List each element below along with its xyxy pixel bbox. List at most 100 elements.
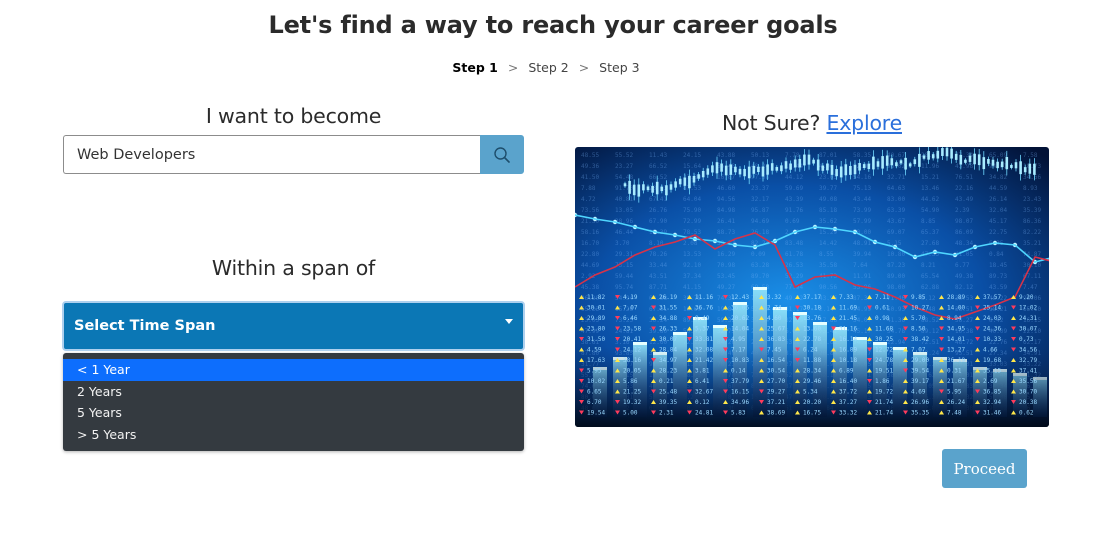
- candle-body: [941, 148, 944, 156]
- candle-body: [867, 163, 871, 170]
- ticker-value: 11.16: [695, 294, 713, 301]
- candle-body: [770, 163, 774, 171]
- ticker-value: 19.51: [875, 368, 893, 375]
- digit-glyph: 45.38: [581, 284, 599, 291]
- search-button[interactable]: [480, 135, 524, 174]
- digit-glyph: 15.64: [683, 163, 701, 170]
- digit-glyph: 48.34: [955, 240, 973, 247]
- ticker-value: 16.15: [731, 389, 749, 396]
- candle-body: [904, 157, 907, 170]
- ticker-value: 38.42: [911, 336, 929, 343]
- candle-body: [660, 186, 664, 192]
- ticker-value: 36.83: [767, 336, 785, 343]
- ticker-value: 0.12: [695, 399, 710, 406]
- digit-glyph: 8.85: [921, 218, 936, 225]
- ticker-value: 3.81: [695, 368, 710, 375]
- ticker-value: 36.19: [947, 357, 965, 364]
- ticker-value: 2.74: [767, 305, 782, 312]
- digit-glyph: 13.53: [683, 251, 701, 258]
- candle-body: [711, 165, 714, 173]
- career-search-input[interactable]: [63, 135, 480, 174]
- digit-glyph: 8.93: [1023, 185, 1038, 192]
- ticker-value: 14.00: [947, 305, 965, 312]
- candle-body: [1033, 163, 1036, 175]
- ticker-value: 6.65: [587, 389, 602, 396]
- caret-down-icon: [505, 319, 513, 324]
- digit-glyph: 49.72: [785, 295, 803, 302]
- digit-glyph: 22.75: [989, 229, 1007, 236]
- ticker-value: 24.31: [1019, 315, 1037, 322]
- timespan-option[interactable]: 5 Years: [63, 402, 524, 424]
- ticker-value: 37.79: [731, 378, 749, 385]
- digit-glyph: 0.69: [785, 218, 800, 225]
- candle-body: [931, 154, 935, 159]
- ticker-value: 13.76: [803, 315, 821, 322]
- digit-glyph: 49.36: [581, 163, 599, 170]
- digit-glyph: 6.77: [955, 262, 970, 269]
- ticker-value: 23.58: [623, 326, 641, 333]
- digit-glyph: 73.99: [853, 207, 871, 214]
- candle-body: [757, 166, 760, 173]
- candle-body: [623, 183, 627, 187]
- ticker-value: 32.79: [1019, 357, 1037, 364]
- digit-glyph: 22.16: [955, 185, 973, 192]
- candle-body: [987, 158, 990, 164]
- ticker-value: 29.27: [767, 389, 785, 396]
- ticker-value: 28.23: [659, 368, 677, 375]
- ticker-value: 34.88: [659, 315, 677, 322]
- digit-glyph: 43.44: [853, 196, 871, 203]
- digit-glyph: 16.70: [581, 240, 599, 247]
- candle-body: [628, 180, 631, 194]
- ticker-value: 13.27: [947, 347, 965, 354]
- step-separator: >: [507, 60, 519, 75]
- timespan-option[interactable]: < 1 Year: [63, 359, 524, 381]
- ticker-value: 10.18: [839, 357, 857, 364]
- digit-glyph: 46.60: [717, 185, 735, 192]
- candle-body: [747, 166, 751, 179]
- candle-body: [964, 159, 967, 163]
- candle-body: [982, 157, 986, 170]
- timespan-option[interactable]: > 5 Years: [63, 424, 524, 446]
- digit-glyph: 41.30: [887, 317, 905, 324]
- ticker-value: 31.55: [659, 305, 677, 312]
- digit-glyph: 41.15: [683, 284, 701, 291]
- ticker-value: 30.07: [1019, 326, 1037, 333]
- ticker-value: 33.32: [839, 410, 857, 417]
- candle-body: [959, 154, 963, 165]
- ticker-value: 34.95: [947, 326, 965, 333]
- timespan-heading: Within a span of: [211, 256, 376, 280]
- candle-body: [895, 162, 898, 167]
- ticker-value: 7.11: [875, 294, 890, 301]
- digit-glyph: 41.50: [581, 174, 599, 181]
- digit-glyph: 89.70: [751, 273, 769, 280]
- digit-glyph: 61.78: [785, 251, 803, 258]
- digit-glyph: 7.47: [1023, 284, 1038, 291]
- timespan-select[interactable]: Select Time Span: [62, 301, 525, 351]
- digit-glyph: 63.28: [751, 262, 769, 269]
- ticker-value: 0.14: [731, 368, 746, 375]
- digit-glyph: 53.45: [717, 273, 735, 280]
- digit-glyph: 95.74: [615, 284, 633, 291]
- digit-glyph: 86.36: [1023, 218, 1041, 225]
- timespan-option[interactable]: 2 Years: [63, 381, 524, 403]
- explore-link[interactable]: Explore: [826, 111, 902, 135]
- digit-glyph: 78.26: [649, 251, 667, 258]
- digit-glyph: 70.98: [717, 262, 735, 269]
- digit-glyph: 49.27: [717, 284, 735, 291]
- digit-glyph: 32.04: [989, 207, 1007, 214]
- proceed-button[interactable]: Proceed: [942, 449, 1027, 488]
- candle-body: [844, 164, 848, 176]
- digit-glyph: 11.91: [853, 273, 871, 280]
- ticker-value: 39.35: [659, 399, 677, 406]
- step-1: Step 1: [452, 60, 498, 75]
- ticker-value: 0.62: [1019, 410, 1034, 417]
- digit-glyph: 3.70: [615, 240, 630, 247]
- digit-glyph: 50.13: [751, 152, 769, 159]
- candle-body: [734, 166, 737, 173]
- digit-glyph: 13.05: [615, 207, 633, 214]
- candle-body: [849, 165, 852, 175]
- ticker-value: 22.78: [803, 336, 821, 343]
- ticker-value: 4.60: [767, 315, 782, 322]
- candle-body: [715, 162, 719, 174]
- ticker-value: 0.73: [1019, 336, 1034, 343]
